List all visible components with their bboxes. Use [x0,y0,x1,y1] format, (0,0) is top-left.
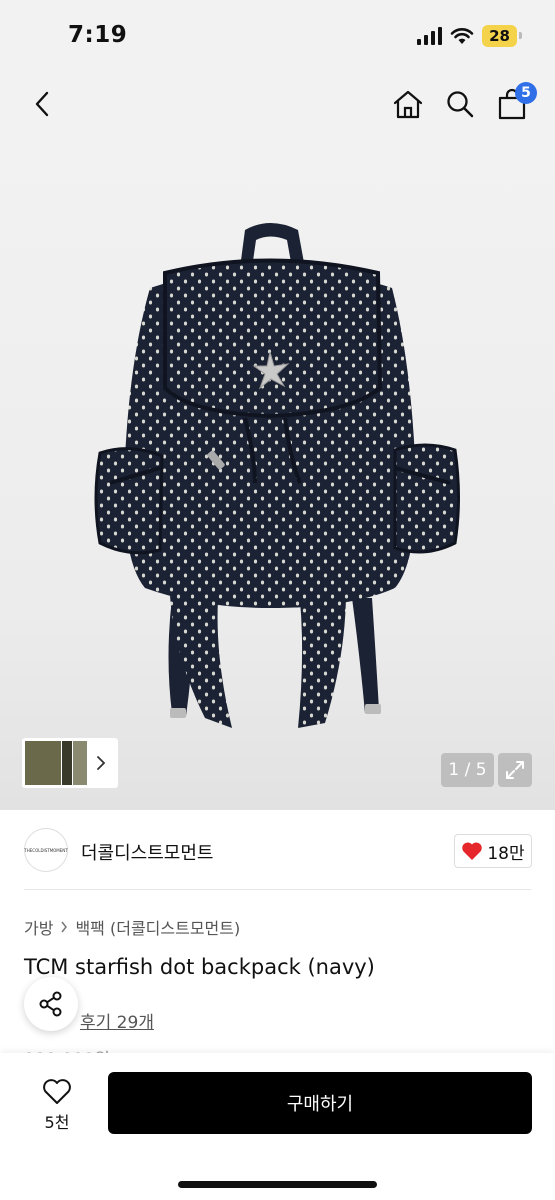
share-button[interactable] [24,977,78,1031]
status-time: 7:19 [68,22,128,48]
nav-actions: 5 [389,82,537,124]
share-icon [39,991,62,1017]
home-indicator [178,1181,377,1188]
buy-button[interactable]: 구매하기 [108,1072,532,1134]
home-button[interactable] [389,84,427,124]
search-icon [447,91,474,118]
wifi-icon [450,28,474,44]
thumbnail-strip[interactable] [22,738,118,788]
wishlist-button[interactable]: 5천 [24,1073,90,1137]
review-link[interactable]: 후기 29개 [80,1008,154,1033]
product-title: TCM starfish dot backpack (navy) [24,955,375,979]
backpack-image [94,223,460,728]
expand-icon [506,761,524,779]
status-icons: 28 [417,25,522,47]
breadcrumb: 가방 백팩 (더콜디스트모먼트) [24,915,240,939]
battery-icon: 28 [482,25,522,47]
heart-icon [462,842,483,860]
expand-button[interactable] [498,753,532,787]
nav-bar: 5 [0,72,555,138]
search-button[interactable] [441,84,479,124]
cart-count-badge: 5 [515,82,537,104]
brand-logo[interactable]: THECOLDISTMOMENT [24,828,68,872]
product-image-gallery[interactable]: 1 / 5 [0,138,555,810]
brand-like-count: 18만 [487,843,525,864]
wishlist-count: 5천 [44,1112,70,1132]
heart-outline-icon [43,1078,71,1104]
thumbnail-image[interactable] [62,741,72,785]
thumbnail-image[interactable] [73,741,87,785]
chevron-right-icon [97,756,106,770]
breadcrumb-item[interactable]: 가방 [24,915,53,939]
page-indicator: 1 / 5 [441,753,494,787]
cart-button[interactable]: 5 [493,82,537,124]
back-button[interactable] [24,84,60,124]
breadcrumb-item[interactable]: 백팩 (더콜디스트모먼트) [75,915,240,939]
brand-like-button[interactable]: 18만 [454,834,532,868]
signal-icon [417,27,443,45]
home-icon [393,90,423,119]
divider [24,889,531,890]
brand-row[interactable]: THECOLDISTMOMENT 더콜디스트모먼트 18만 [0,810,555,890]
chevron-right-icon [61,921,68,933]
chevron-left-icon [35,91,49,117]
brand-name[interactable]: 더콜디스트모먼트 [81,839,213,865]
bottom-action-bar: 5천 구매하기 [0,1053,555,1200]
thumbnail-image[interactable] [25,741,61,785]
status-bar: 7:19 28 [0,0,555,72]
